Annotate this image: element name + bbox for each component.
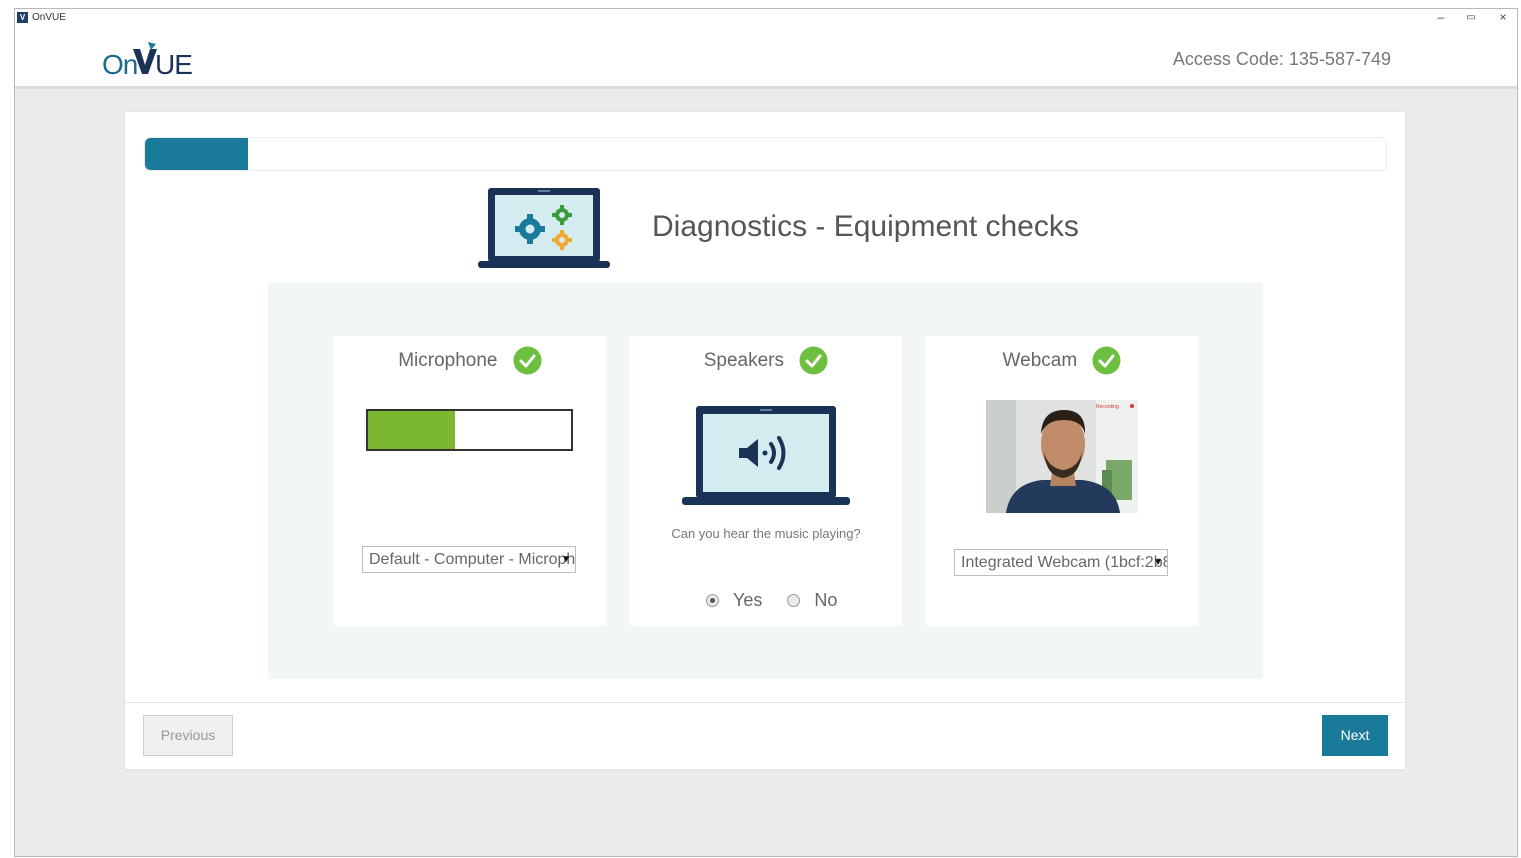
check-circle-icon — [1092, 346, 1121, 375]
speaker-question: Can you hear the music playing? — [671, 526, 861, 541]
dropdown-arrow-icon: ▼ — [1153, 557, 1163, 568]
diagnostics-card: Diagnostics - Equipment checks Microphon… — [125, 112, 1405, 769]
page-title: Diagnostics - Equipment checks — [652, 210, 1079, 243]
speakers-label: Speakers — [703, 350, 784, 371]
previous-button[interactable]: Previous — [143, 715, 233, 756]
microphone-label: Microphone — [398, 350, 498, 371]
check-circle-icon — [513, 346, 542, 375]
no-radio[interactable] — [787, 593, 801, 607]
title-bar: V OnVUE – ▭ × — [15, 9, 1517, 27]
access-code: Access Code: 135-587-749 — [1172, 49, 1391, 69]
restore-button[interactable]: ▭ — [1461, 12, 1481, 23]
speakers-header: Speakers — [630, 346, 902, 376]
microphone-header: Microphone — [334, 346, 606, 376]
check-circle-icon — [799, 346, 828, 375]
svg-text:Recording: Recording — [1096, 404, 1119, 410]
no-radio-label[interactable]: No — [814, 590, 837, 610]
next-button[interactable]: Next — [1322, 715, 1388, 756]
speaker-answer-radio-group: Yes No — [706, 589, 857, 611]
microphone-level-fill — [368, 411, 456, 449]
dropdown-arrow-icon: ▼ — [561, 554, 571, 565]
window-title: OnVUE — [32, 12, 66, 23]
logo-ue-text: UE — [155, 49, 193, 80]
speakers-check: Speakers Can you hear the music playing?… — [630, 336, 902, 626]
yes-radio-label[interactable]: Yes — [733, 590, 762, 610]
equipment-checks-panel: Microphone Default - Computer - Micropho… — [268, 282, 1263, 679]
webcam-label: Webcam — [1002, 350, 1078, 371]
app-window: V OnVUE – ▭ × On UE Access Code: 135-587… — [14, 8, 1518, 857]
webcam-check: Webcam Recording Integrated Webcam (1bcf… — [926, 336, 1198, 626]
close-button[interactable]: × — [1493, 10, 1513, 24]
microphone-select-value: Default - Computer - Microphone — [369, 551, 576, 568]
microphone-check: Microphone Default - Computer - Micropho… — [334, 336, 606, 626]
microphone-select[interactable]: Default - Computer - Microphone ▼ — [362, 546, 576, 573]
webcam-header: Webcam — [926, 346, 1198, 376]
webcam-select[interactable]: Integrated Webcam (1bcf:2b8a) ▼ — [954, 549, 1168, 576]
app-header: On UE Access Code: 135-587-749 — [15, 27, 1517, 89]
heading-row: Diagnostics - Equipment checks — [125, 184, 1405, 274]
progress-bar-fill — [145, 138, 248, 170]
webcam-select-value: Integrated Webcam (1bcf:2b8a) — [961, 554, 1168, 571]
app-icon: V — [17, 12, 28, 23]
yes-radio[interactable] — [706, 593, 719, 607]
progress-bar — [144, 137, 1387, 171]
minimize-button[interactable]: – — [1431, 10, 1451, 24]
webcam-preview: Recording — [986, 400, 1138, 513]
laptop-speaker-icon — [682, 406, 850, 505]
microphone-level-meter — [366, 409, 573, 451]
laptop-gears-icon — [478, 188, 610, 268]
footer-divider — [125, 702, 1405, 703]
